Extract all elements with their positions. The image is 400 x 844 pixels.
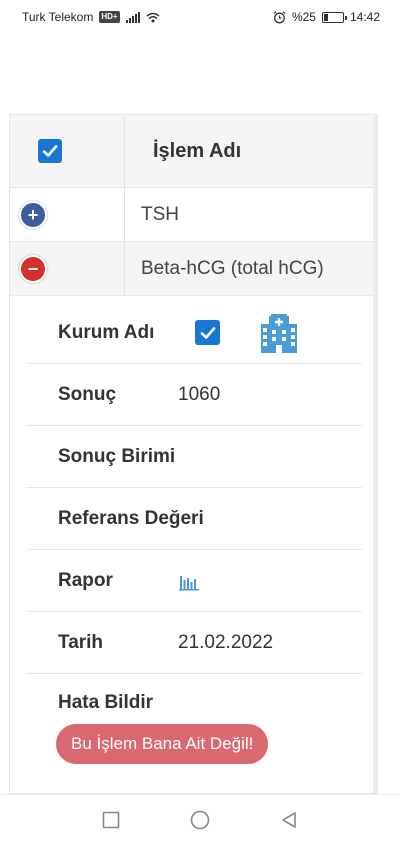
kurum-label: Kurum Adı xyxy=(58,321,155,343)
row-name: Beta-hCG (total hCG) xyxy=(141,257,324,279)
back-icon[interactable] xyxy=(280,811,298,829)
sonuc-label: Sonuç xyxy=(58,383,117,405)
status-bar-right: %25 14:42 xyxy=(273,10,380,24)
hata-label: Hata Bildir xyxy=(58,692,154,713)
detail-sonuc-birimi: Sonuç Birimi xyxy=(26,426,362,488)
battery-percent: %25 xyxy=(291,10,316,24)
wifi-icon xyxy=(146,12,160,22)
kurum-checkbox[interactable] xyxy=(195,320,220,345)
referans-label: Referans Değeri xyxy=(58,507,204,529)
check-icon xyxy=(200,326,215,339)
detail-sonuc: Sonuç 1060 xyxy=(26,364,362,426)
row-toggle-cell: + xyxy=(10,188,125,241)
column-title: İşlem Adı xyxy=(153,139,242,162)
signal-icon xyxy=(125,11,140,23)
report-error-button[interactable]: Bu İşlem Bana Ait Değil! xyxy=(56,724,269,764)
recent-apps-icon[interactable] xyxy=(102,811,120,829)
table-row-beta-hcg[interactable]: − Beta-hCG (total hCG) xyxy=(10,242,377,296)
select-all-checkbox[interactable] xyxy=(38,139,62,163)
row-name: TSH xyxy=(141,203,179,225)
minus-icon[interactable]: − xyxy=(19,254,47,283)
carrier-name: Turk Telekom xyxy=(22,10,94,24)
tarih-value: 21.02.2022 xyxy=(178,631,274,653)
clock: 14:42 xyxy=(349,10,380,24)
detail-tarih: Tarih 21.02.2022 xyxy=(26,612,362,674)
home-icon[interactable] xyxy=(190,810,210,830)
header-checkbox-cell xyxy=(10,115,125,187)
detail-hata-bildir: Hata Bildir Bu İşlem Bana Ait Değil! xyxy=(26,674,362,764)
hospital-building-icon[interactable] xyxy=(258,312,300,354)
status-bar: Turk Telekom HD+ %25 14:42 xyxy=(0,0,400,34)
status-bar-left: Turk Telekom HD+ xyxy=(22,10,160,24)
check-icon xyxy=(42,145,58,157)
table-header: İşlem Adı xyxy=(10,115,377,188)
rapor-label: Rapor xyxy=(58,569,113,591)
row-toggle-cell: − xyxy=(10,242,125,295)
detail-rapor: Rapor xyxy=(26,550,362,612)
sonuc-birimi-label: Sonuç Birimi xyxy=(58,445,176,467)
plus-icon[interactable]: + xyxy=(19,200,47,229)
bar-chart-icon[interactable] xyxy=(178,570,200,592)
test-results-card: İşlem Adı + TSH − Beta-hCG (total hCG) K… xyxy=(9,114,378,794)
alarm-icon xyxy=(273,10,286,23)
tarih-label: Tarih xyxy=(58,631,104,653)
row-detail-panel: Kurum Adı Sonuç 1060 Sonuç Birimi Refera… xyxy=(10,296,377,764)
table-row-tsh[interactable]: + TSH xyxy=(10,188,377,242)
detail-referans: Referans Değeri xyxy=(26,488,362,550)
navigation-bar xyxy=(0,794,400,844)
detail-kurum: Kurum Adı xyxy=(26,302,362,364)
battery-icon xyxy=(321,11,347,23)
sonuc-value: 1060 xyxy=(178,383,221,405)
network-badge: HD+ xyxy=(99,11,120,23)
